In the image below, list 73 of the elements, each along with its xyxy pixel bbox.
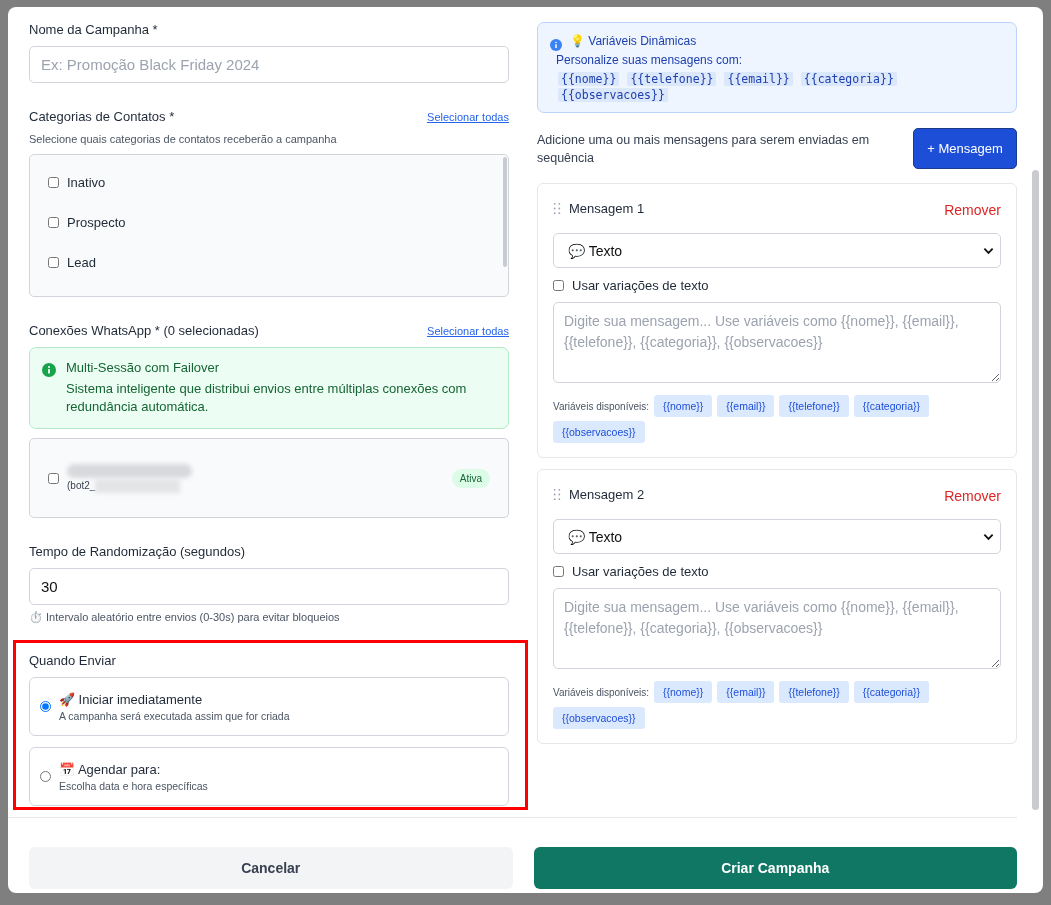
variable-code: {{categoria}}	[800, 72, 897, 86]
variable-chip[interactable]: {{email}}	[717, 681, 775, 703]
info-icon	[42, 363, 56, 377]
scrollbar-thumb[interactable]	[503, 157, 507, 267]
notice-text: Sistema inteligente que distribui envios entre múltiplas conexões com redundância automática.	[66, 380, 468, 416]
add-message-button[interactable]: + Mensagem	[913, 128, 1017, 169]
message-type-select[interactable]: 💬 Texto	[553, 519, 1001, 554]
chevron-down-icon	[983, 246, 994, 255]
variations-checkbox[interactable]	[553, 566, 564, 577]
notice-title: 💡 Variáveis Dinâmicas	[570, 34, 698, 48]
option-description: A campanha será executada assim que for criada	[59, 709, 290, 722]
variations-checkbox[interactable]	[553, 280, 564, 291]
category-label[interactable]: Inativo	[67, 175, 106, 190]
select-all-link[interactable]: Selecionar todas	[427, 111, 509, 123]
chevron-down-icon	[983, 532, 994, 541]
field-label: Categorias de Contatos *	[29, 109, 175, 124]
option-title: 🚀 Iniciar imediatamente	[59, 691, 204, 707]
option-radio[interactable]	[40, 701, 51, 712]
message-title: Mensagem 2	[569, 487, 645, 502]
randomization-field[interactable]: 30	[29, 568, 509, 605]
connection-id: (bot2_	[67, 480, 96, 491]
variable-chip[interactable]: {{email}}	[717, 395, 775, 417]
variables-label: Variáveis disponíveis:	[553, 400, 649, 412]
drag-handle-icon[interactable]	[553, 202, 561, 215]
field-hint: Selecione quais categorias de contatos receberão a campanha	[29, 133, 338, 145]
message-title: Mensagem 1	[569, 201, 645, 216]
option-description: Escolha data e hora específicas	[59, 779, 208, 792]
field-hint: ⏱ Intervalo aleatório entre envios (0-30s) para evitar bloqueios	[29, 611, 341, 624]
drag-handle-icon[interactable]	[553, 488, 561, 501]
variable-code: {{nome}}	[558, 72, 620, 86]
option-radio[interactable]	[40, 771, 51, 782]
send-option[interactable]: 📅 Agendar para: Escolha data e hora específicas	[29, 747, 509, 806]
variable-chip[interactable]: {{categoria}}	[853, 395, 930, 417]
scrollbar-thumb[interactable]	[1032, 170, 1039, 810]
category-checkbox[interactable]	[48, 217, 59, 228]
category-label[interactable]: Lead	[67, 255, 96, 270]
remove-link[interactable]: Remover	[944, 202, 1001, 218]
variable-chip[interactable]: {{telefone}}	[779, 681, 849, 703]
variables-label: Variáveis disponíveis:	[553, 686, 649, 698]
info-icon	[550, 39, 562, 51]
field-label: Quando Enviar	[29, 653, 117, 668]
variable-chip[interactable]: {{observacoes}}	[553, 707, 645, 729]
variable-code: {{email}}	[724, 72, 793, 86]
option-title: 📅 Agendar para:	[59, 761, 162, 777]
variable-code: {{observacoes}}	[558, 88, 668, 102]
field-label: Conexões WhatsApp * (0 selecionadas)	[29, 323, 259, 338]
variable-chip[interactable]: {{nome}}	[654, 395, 713, 417]
status-badge: Ativa	[451, 468, 490, 488]
send-option[interactable]: 🚀 Iniciar imediatamente A campanha será executada assim que for criada	[29, 677, 509, 736]
message-field[interactable]: Digite sua mensagem... Use variáveis como {{nome}}, {{email}}, {{telefone}}, {{categoria}}, {{observacoes}}	[553, 302, 1001, 383]
field-label: Tempo de Randomização (segundos)	[29, 544, 247, 559]
checkbox-label[interactable]: Usar variações de texto	[572, 564, 709, 579]
checkbox-label[interactable]: Usar variações de texto	[572, 278, 709, 293]
notice-text: Personalize suas mensagens com:	[556, 53, 744, 67]
intro-text: Adicione uma ou mais mensagens para serem enviadas em sequência	[537, 131, 871, 167]
connection-checkbox[interactable]	[48, 472, 59, 484]
notice-title: Multi-Sessão com Failover	[66, 360, 221, 375]
variable-code: {{telefone}}	[627, 72, 717, 86]
variable-chip[interactable]: {{categoria}}	[853, 681, 930, 703]
category-checkbox[interactable]	[48, 177, 59, 188]
variable-chip[interactable]: {{observacoes}}	[553, 421, 645, 443]
remove-link[interactable]: Remover	[944, 488, 1001, 504]
message-field[interactable]: Digite sua mensagem... Use variáveis como {{nome}}, {{email}}, {{telefone}}, {{categoria}}, {{observacoes}}	[553, 588, 1001, 669]
message-type-select[interactable]: 💬 Texto	[553, 233, 1001, 268]
category-checkbox[interactable]	[48, 257, 59, 268]
select-all-link[interactable]: Selecionar todas	[427, 325, 509, 337]
cancel-button[interactable]: Cancelar	[29, 847, 513, 889]
variable-chip[interactable]: {{telefone}}	[779, 395, 849, 417]
field-label: Nome da Campanha *	[29, 22, 159, 37]
create-campaign-button[interactable]: Criar Campanha	[533, 847, 1017, 889]
category-label[interactable]: Prospecto	[67, 215, 126, 230]
campaign-name-field[interactable]: Ex: Promoção Black Friday 2024	[29, 46, 509, 83]
variable-chip[interactable]: {{nome}}	[654, 681, 713, 703]
